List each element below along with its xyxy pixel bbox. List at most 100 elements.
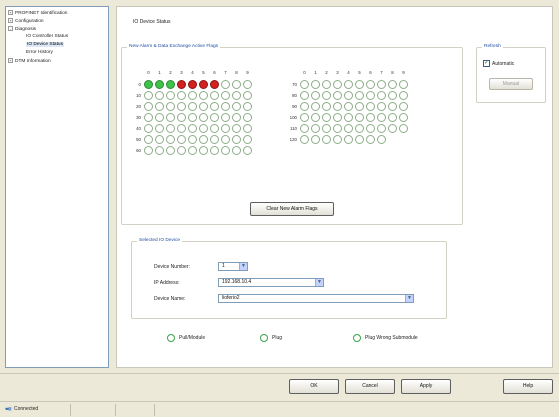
status-led xyxy=(221,80,230,89)
status-led xyxy=(344,113,353,122)
status-led xyxy=(221,102,230,111)
tree-item-dtm-information[interactable]: + DTM Information xyxy=(8,58,51,64)
status-led xyxy=(243,102,252,111)
status-led xyxy=(155,124,164,133)
status-led xyxy=(377,124,386,133)
tree-item-configuration[interactable]: + Configuration xyxy=(8,18,44,24)
status-led xyxy=(166,91,175,100)
status-led xyxy=(243,146,252,155)
automatic-checkbox[interactable]: ✓ xyxy=(483,60,490,67)
status-led xyxy=(144,135,153,144)
collapse-icon[interactable]: - xyxy=(8,26,13,31)
right-column-header: 1 xyxy=(314,70,317,75)
status-separator xyxy=(70,404,71,416)
chevron-down-icon[interactable]: ▼ xyxy=(315,279,323,286)
status-led xyxy=(144,102,153,111)
status-led xyxy=(199,113,208,122)
status-led xyxy=(388,102,397,111)
status-led xyxy=(232,113,241,122)
status-led xyxy=(177,124,186,133)
left-column-header: 2 xyxy=(169,70,172,75)
left-column-header: 4 xyxy=(191,70,194,75)
status-led xyxy=(322,102,331,111)
tree-item-diagnosis[interactable]: - Diagnosis xyxy=(8,26,36,32)
right-column-header: 8 xyxy=(391,70,394,75)
device-name-label: Device Name: xyxy=(154,296,186,302)
status-led xyxy=(210,80,219,89)
status-led xyxy=(322,124,331,133)
chevron-down-icon[interactable]: ▼ xyxy=(405,295,413,302)
status-led xyxy=(366,113,375,122)
right-row-header: 110 xyxy=(290,126,297,131)
status-led xyxy=(155,113,164,122)
status-bar: Connected xyxy=(0,401,559,417)
chevron-down-icon[interactable]: ▼ xyxy=(239,263,247,270)
ip-address-select[interactable]: 192.168.10.4 ▼ xyxy=(218,278,324,287)
status-led xyxy=(199,80,208,89)
device-number-select[interactable]: 1 ▼ xyxy=(218,262,248,271)
left-column-header: 0 xyxy=(147,70,150,75)
status-separator xyxy=(154,404,155,416)
status-led xyxy=(144,91,153,100)
alarm-flags-group: New Alarm & Data Exchange Active Flags 0… xyxy=(121,44,463,225)
status-led xyxy=(221,91,230,100)
status-led xyxy=(355,102,364,111)
status-led xyxy=(388,113,397,122)
status-led xyxy=(322,135,331,144)
right-row-header: 70 xyxy=(292,82,297,87)
left-row-header: 20 xyxy=(136,104,141,109)
status-led xyxy=(300,102,309,111)
status-led xyxy=(388,91,397,100)
refresh-group: Refresh ✓ Automatic Manual xyxy=(476,44,546,103)
tree-item-profinet-identification[interactable]: + PROFINET Identification xyxy=(8,10,67,16)
right-column-header: 2 xyxy=(325,70,328,75)
status-led xyxy=(144,113,153,122)
help-button[interactable]: Help xyxy=(503,379,553,394)
expand-icon[interactable]: + xyxy=(8,10,13,15)
status-led xyxy=(155,146,164,155)
status-led xyxy=(300,80,309,89)
left-column-header: 7 xyxy=(224,70,227,75)
status-led xyxy=(300,124,309,133)
right-row-header: 120 xyxy=(289,137,297,142)
status-led xyxy=(221,113,230,122)
manual-refresh-button[interactable]: Manual xyxy=(489,78,533,90)
selected-device-group: Selected IO Device Device Number: 1 ▼ IP… xyxy=(131,238,447,319)
status-led xyxy=(344,124,353,133)
status-led xyxy=(243,91,252,100)
cancel-button[interactable]: Cancel xyxy=(345,379,395,394)
dtm-window: + PROFINET Identification + Configuration … xyxy=(0,0,559,417)
status-led xyxy=(399,91,408,100)
plug-radio[interactable] xyxy=(260,334,268,342)
status-led xyxy=(199,124,208,133)
right-column-header: 0 xyxy=(303,70,306,75)
status-led xyxy=(344,91,353,100)
status-led xyxy=(177,80,186,89)
pull-module-radio[interactable] xyxy=(167,334,175,342)
status-led xyxy=(311,124,320,133)
status-led xyxy=(355,124,364,133)
device-name-select[interactable]: lioferio2 ▼ xyxy=(218,294,414,303)
expand-icon[interactable]: + xyxy=(8,18,13,23)
status-led xyxy=(166,124,175,133)
navigation-tree[interactable]: + PROFINET Identification + Configuration … xyxy=(5,6,109,368)
status-led xyxy=(210,135,219,144)
tree-item-io-device-status[interactable]: IO Device Status xyxy=(26,42,64,48)
status-led xyxy=(333,80,342,89)
status-led xyxy=(199,146,208,155)
expand-icon[interactable]: + xyxy=(8,58,13,63)
apply-button[interactable]: Apply xyxy=(401,379,451,394)
tree-item-error-history[interactable]: Error History xyxy=(26,50,53,56)
status-led xyxy=(377,91,386,100)
status-led xyxy=(155,135,164,144)
status-led xyxy=(333,91,342,100)
clear-alarm-flags-button[interactable]: Clear New Alarm Flags xyxy=(250,202,334,216)
tree-item-io-controller-status[interactable]: IO Controller Status xyxy=(26,34,68,40)
status-led xyxy=(188,124,197,133)
status-led xyxy=(388,124,397,133)
plug-wrong-submodule-radio[interactable] xyxy=(353,334,361,342)
status-led xyxy=(333,113,342,122)
status-led xyxy=(300,113,309,122)
ok-button[interactable]: OK xyxy=(289,379,339,394)
left-row-header: 60 xyxy=(136,148,141,153)
